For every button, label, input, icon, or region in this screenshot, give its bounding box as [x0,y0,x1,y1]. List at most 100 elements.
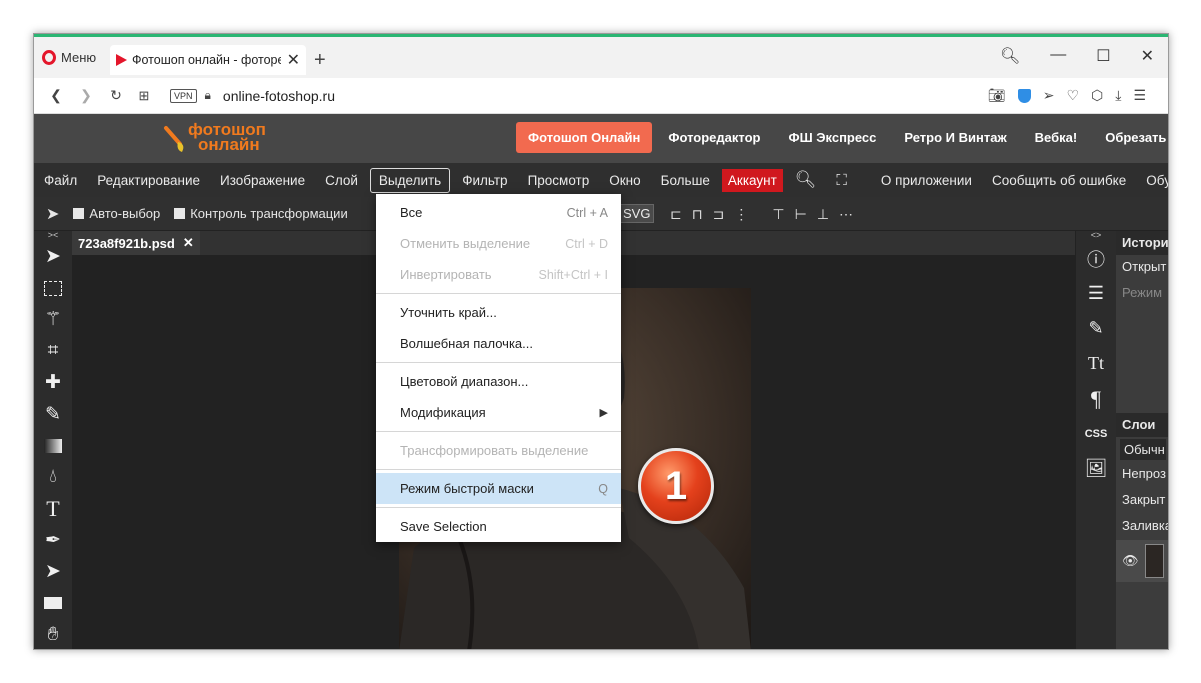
search-tabs-icon[interactable]: 🔍︎ [1000,46,1020,66]
healing-tool-icon[interactable]: ✚ [34,367,72,399]
menu-item-invert[interactable]: Инвертировать Shift+Ctrl + I [376,259,621,290]
settings-sliders-icon[interactable]: ☰ [1133,87,1146,104]
document-tab[interactable]: 723a8f921b.psd ✕ [72,231,200,255]
history-item-open[interactable]: Открыт [1116,255,1168,281]
menu-file[interactable]: Файл [36,169,85,192]
distribute-h-icon[interactable]: ⋯ [839,206,853,223]
close-window-icon[interactable]: ✕ [1141,46,1154,66]
character-icon[interactable]: Tt [1076,346,1116,381]
maximize-icon[interactable]: ☐ [1096,46,1110,66]
visibility-eye-icon[interactable]: 👁︎ [1122,553,1139,569]
account-button[interactable]: Аккаунт [721,168,783,192]
menu-layer[interactable]: Слой [317,169,366,192]
new-tab-icon[interactable]: + [314,49,326,72]
send-icon[interactable]: ➢ [1043,87,1055,104]
layers-panel-header[interactable]: Слои [1116,413,1168,437]
transform-controls-checkbox[interactable]: Контроль трансформации [174,206,348,221]
menu-item-quick-mask[interactable]: Режим быстрой маски Q [376,473,621,504]
menu-item-refine-edge[interactable]: Уточнить край... [376,297,621,328]
css-icon[interactable]: CSS [1076,416,1116,451]
adblock-shield-icon[interactable] [1017,88,1031,103]
blend-mode-select[interactable]: Обычн [1120,439,1166,460]
menu-view[interactable]: Просмотр [520,169,598,192]
cube-icon[interactable]: ⬡ [1091,87,1103,104]
right-panels: Истори Открыт Режим Слои Обычн Непроз За… [1116,231,1168,649]
back-icon[interactable]: ❮ [46,87,66,104]
adjustments-icon[interactable]: ☰ [1076,276,1116,311]
site-nav-crop[interactable]: Обрезать Фото [1093,122,1168,153]
url-field[interactable]: online-fotoshop.ru [223,88,335,104]
reload-icon[interactable]: ↻ [106,87,126,104]
info-icon[interactable]: ⓘ [1076,241,1116,276]
paragraph-icon[interactable]: ¶ [1076,381,1116,416]
menu-item-label: Модификация [400,405,486,420]
heart-icon[interactable]: ♡ [1066,87,1079,104]
marquee-tool-icon[interactable] [34,273,72,305]
menu-item-select-all[interactable]: Все Ctrl + A [376,197,621,228]
close-document-icon[interactable]: ✕ [183,235,194,251]
align-top-icon[interactable]: ⊤ [772,206,784,223]
site-nav-express[interactable]: ФШ Экспресс [776,122,888,153]
shape-tool-icon[interactable] [34,588,72,620]
menu-about[interactable]: О приложении [873,169,980,192]
camera-icon[interactable]: 📷︎ [988,87,1006,104]
collapse-panels-icon[interactable]: <> [1076,231,1116,241]
magic-wand-icon[interactable]: ⚚ [34,304,72,336]
brush-settings-icon[interactable]: ✎ [1076,311,1116,346]
speed-dial-icon[interactable]: ⊞ [134,88,154,104]
site-nav-photoshop-online[interactable]: Фотошоп Онлайн [516,122,653,153]
menu-item-transform-selection[interactable]: Трансформировать выделение [376,435,621,466]
align-middle-icon[interactable]: ⊢ [795,206,807,223]
blur-tool-icon[interactable]: 💧︎ [34,462,72,494]
menu-select[interactable]: Выделить [369,167,451,193]
download-icon[interactable]: ⤓ [1115,87,1121,104]
distribute-icon[interactable]: ⋮ [734,206,748,223]
pen-tool-icon[interactable]: ✒ [34,525,72,557]
menu-item-magic-wand[interactable]: Волшебная палочка... [376,328,621,359]
minimize-icon[interactable]: — [1050,46,1066,66]
forward-icon[interactable]: ❯ [76,87,96,104]
align-right-icon[interactable]: ⊐ [713,206,725,223]
menu-window[interactable]: Окно [601,169,648,192]
path-select-icon[interactable]: ➤ [34,556,72,588]
text-tool-icon[interactable]: T [34,493,72,525]
site-nav-photo-editor[interactable]: Фоторедактор [656,122,772,153]
auto-select-checkbox[interactable]: Авто-выбор [73,206,160,221]
align-bottom-icon[interactable]: ⊥ [817,206,829,223]
gradient-tool-icon[interactable] [34,430,72,462]
move-tool-icon[interactable]: ➤ [34,241,72,273]
brush-tool-icon[interactable]: ✎ [34,399,72,431]
browser-tab[interactable]: Фотошоп онлайн - фоторедактор ✕ [110,45,306,75]
vpn-badge[interactable]: VPN [170,88,197,103]
close-tab-icon[interactable]: ✕ [287,50,300,70]
menu-item-save-selection[interactable]: Save Selection [376,511,621,542]
search-icon[interactable]: 🔍︎ [787,166,825,194]
menu-item-color-range[interactable]: Цветовой диапазон... [376,366,621,397]
align-center-icon[interactable]: ⊓ [692,206,703,223]
opera-menu-button[interactable]: Меню [42,50,96,65]
menu-item-modify[interactable]: Модификация ▶ [376,397,621,428]
menu-filter[interactable]: Фильтр [454,169,515,192]
collapse-toolbar-icon[interactable]: >< [34,231,72,241]
menu-item-deselect[interactable]: Отменить выделение Ctrl + D [376,228,621,259]
site-nav-webcam[interactable]: Вебка! [1023,122,1090,153]
select-menu-dropdown: Все Ctrl + A Отменить выделение Ctrl + D… [376,194,621,542]
lock-icon[interactable]: 🔒︎ [205,88,211,103]
crop-tool-icon[interactable]: ⌗ [34,336,72,368]
hand-tool-icon[interactable]: ✋︎ [34,619,72,649]
svg-button[interactable]: SVG [619,204,655,223]
image-icon[interactable]: 🖼︎ [1076,451,1116,486]
history-item-mode[interactable]: Режим [1116,281,1168,307]
site-logo[interactable]: фотошоп онлайн [162,120,272,158]
menu-report[interactable]: Сообщить об ошибке [984,169,1134,192]
menu-learn[interactable]: Обу [1138,169,1168,192]
fullscreen-icon[interactable]: ⛶ [828,168,855,193]
site-nav-retro[interactable]: Ретро И Винтаж [892,122,1018,153]
menu-edit[interactable]: Редактирование [89,169,208,192]
menu-image[interactable]: Изображение [212,169,313,192]
history-panel-header[interactable]: Истори [1116,231,1168,255]
opera-menu-label: Меню [61,50,97,65]
align-left-icon[interactable]: ⊏ [670,206,682,223]
menu-more[interactable]: Больше [653,169,718,192]
layer-row[interactable]: 👁︎ [1116,540,1168,582]
